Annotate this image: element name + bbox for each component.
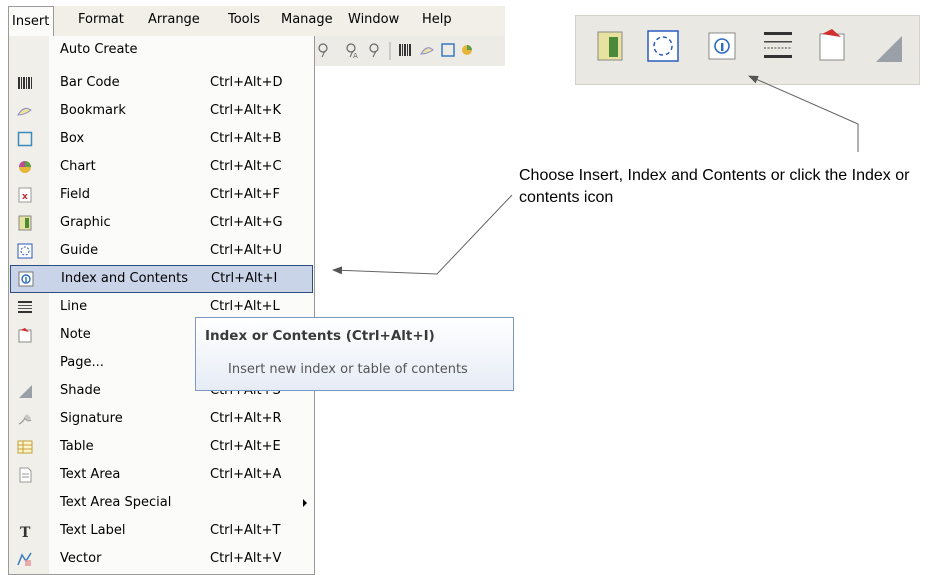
- callout-arrows: [332, 75, 859, 275]
- callout-line-to-menu: [332, 194, 513, 275]
- callout-caption: Choose Insert, Index and Contents or cli…: [519, 167, 910, 206]
- callout-line-to-icon: [748, 75, 859, 152]
